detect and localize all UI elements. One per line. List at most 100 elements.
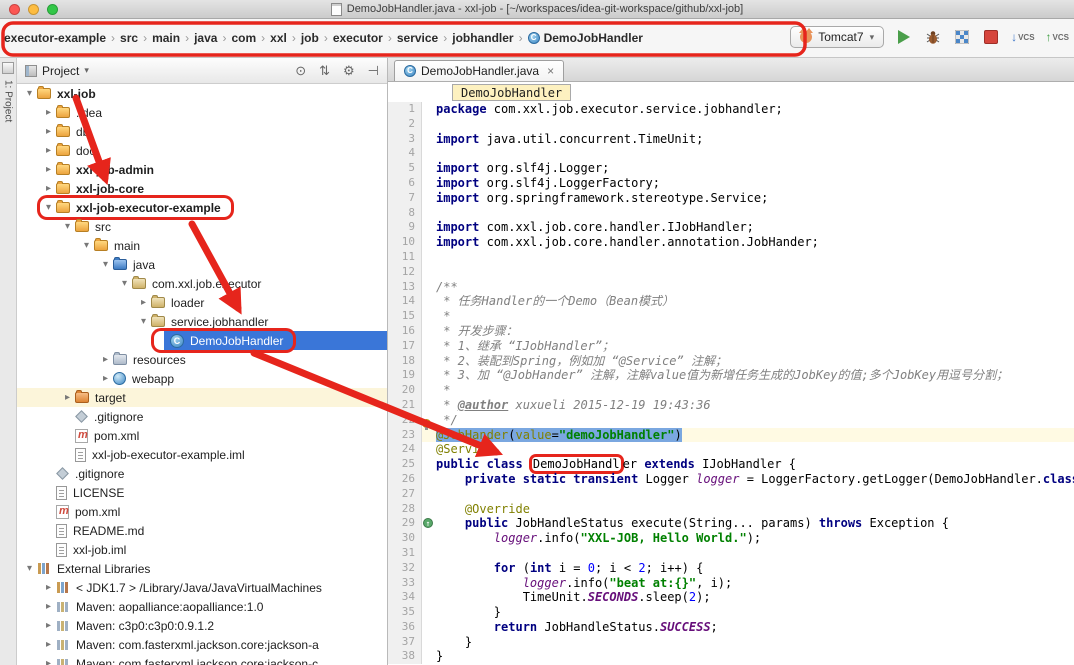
- tree-row[interactable]: ▾java: [17, 255, 387, 274]
- breadcrumb-item[interactable]: main: [150, 29, 182, 47]
- project-view-select[interactable]: Project ▾: [25, 64, 89, 78]
- tree-row[interactable]: README.md: [17, 521, 387, 540]
- tree-row[interactable]: xxl-job.iml: [17, 540, 387, 559]
- line-number[interactable]: 11: [388, 250, 422, 265]
- tree-row[interactable]: ▸xxl-job-admin: [17, 160, 387, 179]
- line-number[interactable]: 28: [388, 502, 422, 517]
- line-number[interactable]: 2: [388, 117, 422, 132]
- line-number[interactable]: 31: [388, 546, 422, 561]
- tree-row[interactable]: ▸doc: [17, 141, 387, 160]
- breadcrumb-item[interactable]: service: [395, 29, 440, 47]
- hide-panel-icon[interactable]: ⊣: [368, 63, 379, 79]
- tree-expand-arrow[interactable]: ▸: [42, 639, 55, 650]
- tree-row[interactable]: ▸db: [17, 122, 387, 141]
- breadcrumb-item[interactable]: jobhandler: [450, 29, 515, 47]
- stop-button[interactable]: [982, 28, 1000, 46]
- tree-row[interactable]: ▸Maven: com.fasterxml.jackson.core:jacks…: [17, 635, 387, 654]
- close-icon[interactable]: ×: [547, 64, 554, 78]
- close-window-button[interactable]: [9, 4, 20, 15]
- tree-expand-arrow[interactable]: ▾: [61, 221, 74, 232]
- line-number[interactable]: 33: [388, 576, 422, 591]
- collapse-all-icon[interactable]: ⇅: [319, 63, 330, 79]
- line-number[interactable]: 30: [388, 531, 422, 546]
- line-number[interactable]: 5: [388, 161, 422, 176]
- tree-row[interactable]: ▸loader: [17, 293, 387, 312]
- line-number[interactable]: 10: [388, 235, 422, 250]
- line-number[interactable]: 9: [388, 220, 422, 235]
- vcs-update-button[interactable]: ↓VCS: [1011, 30, 1034, 44]
- breadcrumb-item[interactable]: src: [118, 29, 140, 47]
- line-number[interactable]: 1: [388, 102, 422, 117]
- line-number[interactable]: 21: [388, 398, 422, 413]
- breadcrumb-item[interactable]: executor: [331, 29, 385, 47]
- line-number[interactable]: 13: [388, 280, 422, 295]
- tree-expand-arrow[interactable]: ▸: [42, 164, 55, 175]
- tree-row[interactable]: ▾main: [17, 236, 387, 255]
- line-number[interactable]: 35: [388, 605, 422, 620]
- tree-expand-arrow[interactable]: ▸: [42, 601, 55, 612]
- tree-row[interactable]: ▾service.jobhandler: [17, 312, 387, 331]
- line-number[interactable]: 38: [388, 649, 422, 664]
- tree-expand-arrow[interactable]: ▸: [42, 582, 55, 593]
- line-number[interactable]: 7: [388, 191, 422, 206]
- tree-expand-arrow[interactable]: ▾: [137, 316, 150, 327]
- tree-expand-arrow[interactable]: ▾: [99, 259, 112, 270]
- line-number[interactable]: 8: [388, 206, 422, 221]
- coverage-button[interactable]: [953, 28, 971, 46]
- tree-row[interactable]: ▾xxl-job: [17, 84, 387, 103]
- tree-expand-arrow[interactable]: ▸: [61, 392, 74, 403]
- tree-row[interactable]: ▸target: [17, 388, 387, 407]
- tree-row[interactable]: .gitignore: [17, 407, 387, 426]
- tree-expand-arrow[interactable]: ▸: [42, 183, 55, 194]
- override-gutter-icon[interactable]: ↑: [423, 518, 433, 528]
- tree-row[interactable]: ▸Maven: aopalliance:aopalliance:1.0: [17, 597, 387, 616]
- tree-expand-arrow[interactable]: ▸: [42, 145, 55, 156]
- tree-row[interactable]: .gitignore: [17, 464, 387, 483]
- line-number[interactable]: 26: [388, 472, 422, 487]
- tree-row[interactable]: ▾xxl-job-executor-example: [17, 198, 387, 217]
- line-number[interactable]: 23: [388, 428, 422, 443]
- scroll-from-source-icon[interactable]: ⊙: [295, 63, 306, 79]
- line-number[interactable]: 6: [388, 176, 422, 191]
- tree-row[interactable]: ▸< JDK1.7 > /Library/Java/JavaVirtualMac…: [17, 578, 387, 597]
- tree-row[interactable]: pom.xml: [17, 426, 387, 445]
- tree-expand-arrow[interactable]: ▾: [118, 278, 131, 289]
- tree-row[interactable]: ▸Maven: c3p0:c3p0:0.9.1.2: [17, 616, 387, 635]
- line-number[interactable]: 16: [388, 324, 422, 339]
- line-number[interactable]: 29: [388, 516, 422, 531]
- editor-context-badge[interactable]: DemoJobHandler: [452, 84, 571, 101]
- tree-expand-arrow[interactable]: ▾: [42, 202, 55, 213]
- breadcrumb-item[interactable]: DemoJobHandler: [526, 29, 645, 47]
- tree-row[interactable]: ▾src: [17, 217, 387, 236]
- line-number[interactable]: 24: [388, 442, 422, 457]
- project-tool-window-button[interactable]: 1: Project: [3, 80, 14, 122]
- tab-demojobhandler[interactable]: DemoJobHandler.java ×: [394, 60, 564, 81]
- tree-expand-arrow[interactable]: ▸: [42, 658, 55, 665]
- settings-gear-icon[interactable]: ⚙: [343, 63, 355, 79]
- line-number[interactable]: 15: [388, 309, 422, 324]
- line-number[interactable]: 34: [388, 590, 422, 605]
- project-tree[interactable]: ▾xxl-job▸.idea▸db▸doc▸xxl-job-admin▸xxl-…: [17, 84, 387, 665]
- tree-row[interactable]: ▸xxl-job-core: [17, 179, 387, 198]
- tree-row[interactable]: ▸.idea: [17, 103, 387, 122]
- tree-expand-arrow[interactable]: ▸: [137, 297, 150, 308]
- minimize-window-button[interactable]: [28, 4, 39, 15]
- debug-button[interactable]: [924, 28, 942, 46]
- tree-row[interactable]: ▸resources: [17, 350, 387, 369]
- tree-expand-arrow[interactable]: ▸: [42, 126, 55, 137]
- tree-expand-arrow[interactable]: ▸: [42, 107, 55, 118]
- breadcrumb-item[interactable]: com: [229, 29, 258, 47]
- tree-row[interactable]: ▸Maven: com.fasterxml.jackson.core:jacks…: [17, 654, 387, 665]
- line-number[interactable]: 32: [388, 561, 422, 576]
- line-number[interactable]: 27: [388, 487, 422, 502]
- tree-row[interactable]: xxl-job-executor-example.iml: [17, 445, 387, 464]
- breadcrumb-item[interactable]: job: [299, 29, 321, 47]
- tree-row[interactable]: ▾com.xxl.job.executor: [17, 274, 387, 293]
- run-button[interactable]: [895, 28, 913, 46]
- tree-expand-arrow[interactable]: ▾: [23, 563, 36, 574]
- line-number[interactable]: 25: [388, 457, 422, 472]
- line-number[interactable]: 14: [388, 294, 422, 309]
- line-number[interactable]: 12: [388, 265, 422, 280]
- line-number[interactable]: 20: [388, 383, 422, 398]
- tree-row[interactable]: DemoJobHandler: [17, 331, 387, 350]
